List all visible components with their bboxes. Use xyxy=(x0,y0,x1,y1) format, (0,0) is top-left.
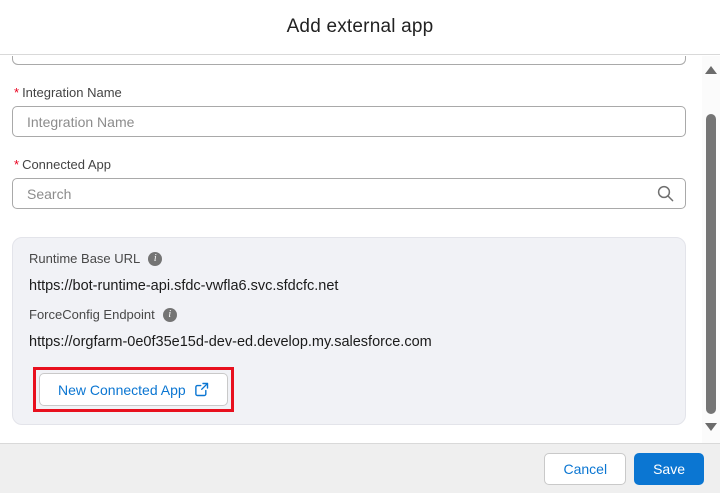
scrollbar-thumb[interactable] xyxy=(706,114,716,414)
info-icon[interactable]: i xyxy=(148,252,162,266)
dialog-header: Add external app xyxy=(0,0,720,55)
cancel-button[interactable]: Cancel xyxy=(544,453,626,485)
required-asterisk: * xyxy=(14,157,19,172)
integration-name-label-text: Integration Name xyxy=(22,85,122,100)
forceconfig-endpoint-row: ForceConfig Endpoint i xyxy=(29,307,669,322)
new-connected-app-button-label: New Connected App xyxy=(58,382,186,398)
info-icon[interactable]: i xyxy=(163,308,177,322)
runtime-base-url-row: Runtime Base URL i xyxy=(29,251,669,266)
scroll-up-icon[interactable] xyxy=(705,66,717,74)
red-highlight-annotation: New Connected App xyxy=(33,367,234,412)
partially-scrolled-input[interactable] xyxy=(12,56,686,65)
external-link-icon xyxy=(194,382,209,397)
connected-app-search xyxy=(12,178,686,209)
connected-app-label-text: Connected App xyxy=(22,157,111,172)
vertical-scrollbar[interactable] xyxy=(702,56,720,443)
integration-name-label: *Integration Name xyxy=(14,85,686,100)
dialog-body: *Integration Name *Connected App Runtime… xyxy=(0,55,720,443)
dialog-footer: Cancel Save xyxy=(0,443,720,493)
connected-app-label: *Connected App xyxy=(14,157,686,172)
forceconfig-endpoint-label: ForceConfig Endpoint xyxy=(29,307,155,322)
connected-app-search-input[interactable] xyxy=(12,178,686,209)
required-asterisk: * xyxy=(14,85,19,100)
runtime-base-url-label: Runtime Base URL xyxy=(29,251,140,266)
save-button[interactable]: Save xyxy=(634,453,704,485)
dialog-title: Add external app xyxy=(287,16,434,38)
new-connected-app-button[interactable]: New Connected App xyxy=(39,373,228,406)
integration-name-input[interactable] xyxy=(12,106,686,137)
add-external-app-dialog: Add external app *Integration Name *Conn… xyxy=(0,0,720,493)
runtime-base-url-value: https://bot-runtime-api.sfdc-vwfla6.svc.… xyxy=(29,278,669,294)
forceconfig-endpoint-value: https://orgfarm-0e0f35e15d-dev-ed.develo… xyxy=(29,334,669,350)
connected-app-info-panel: Runtime Base URL i https://bot-runtime-a… xyxy=(12,237,686,425)
scroll-down-icon[interactable] xyxy=(705,423,717,431)
